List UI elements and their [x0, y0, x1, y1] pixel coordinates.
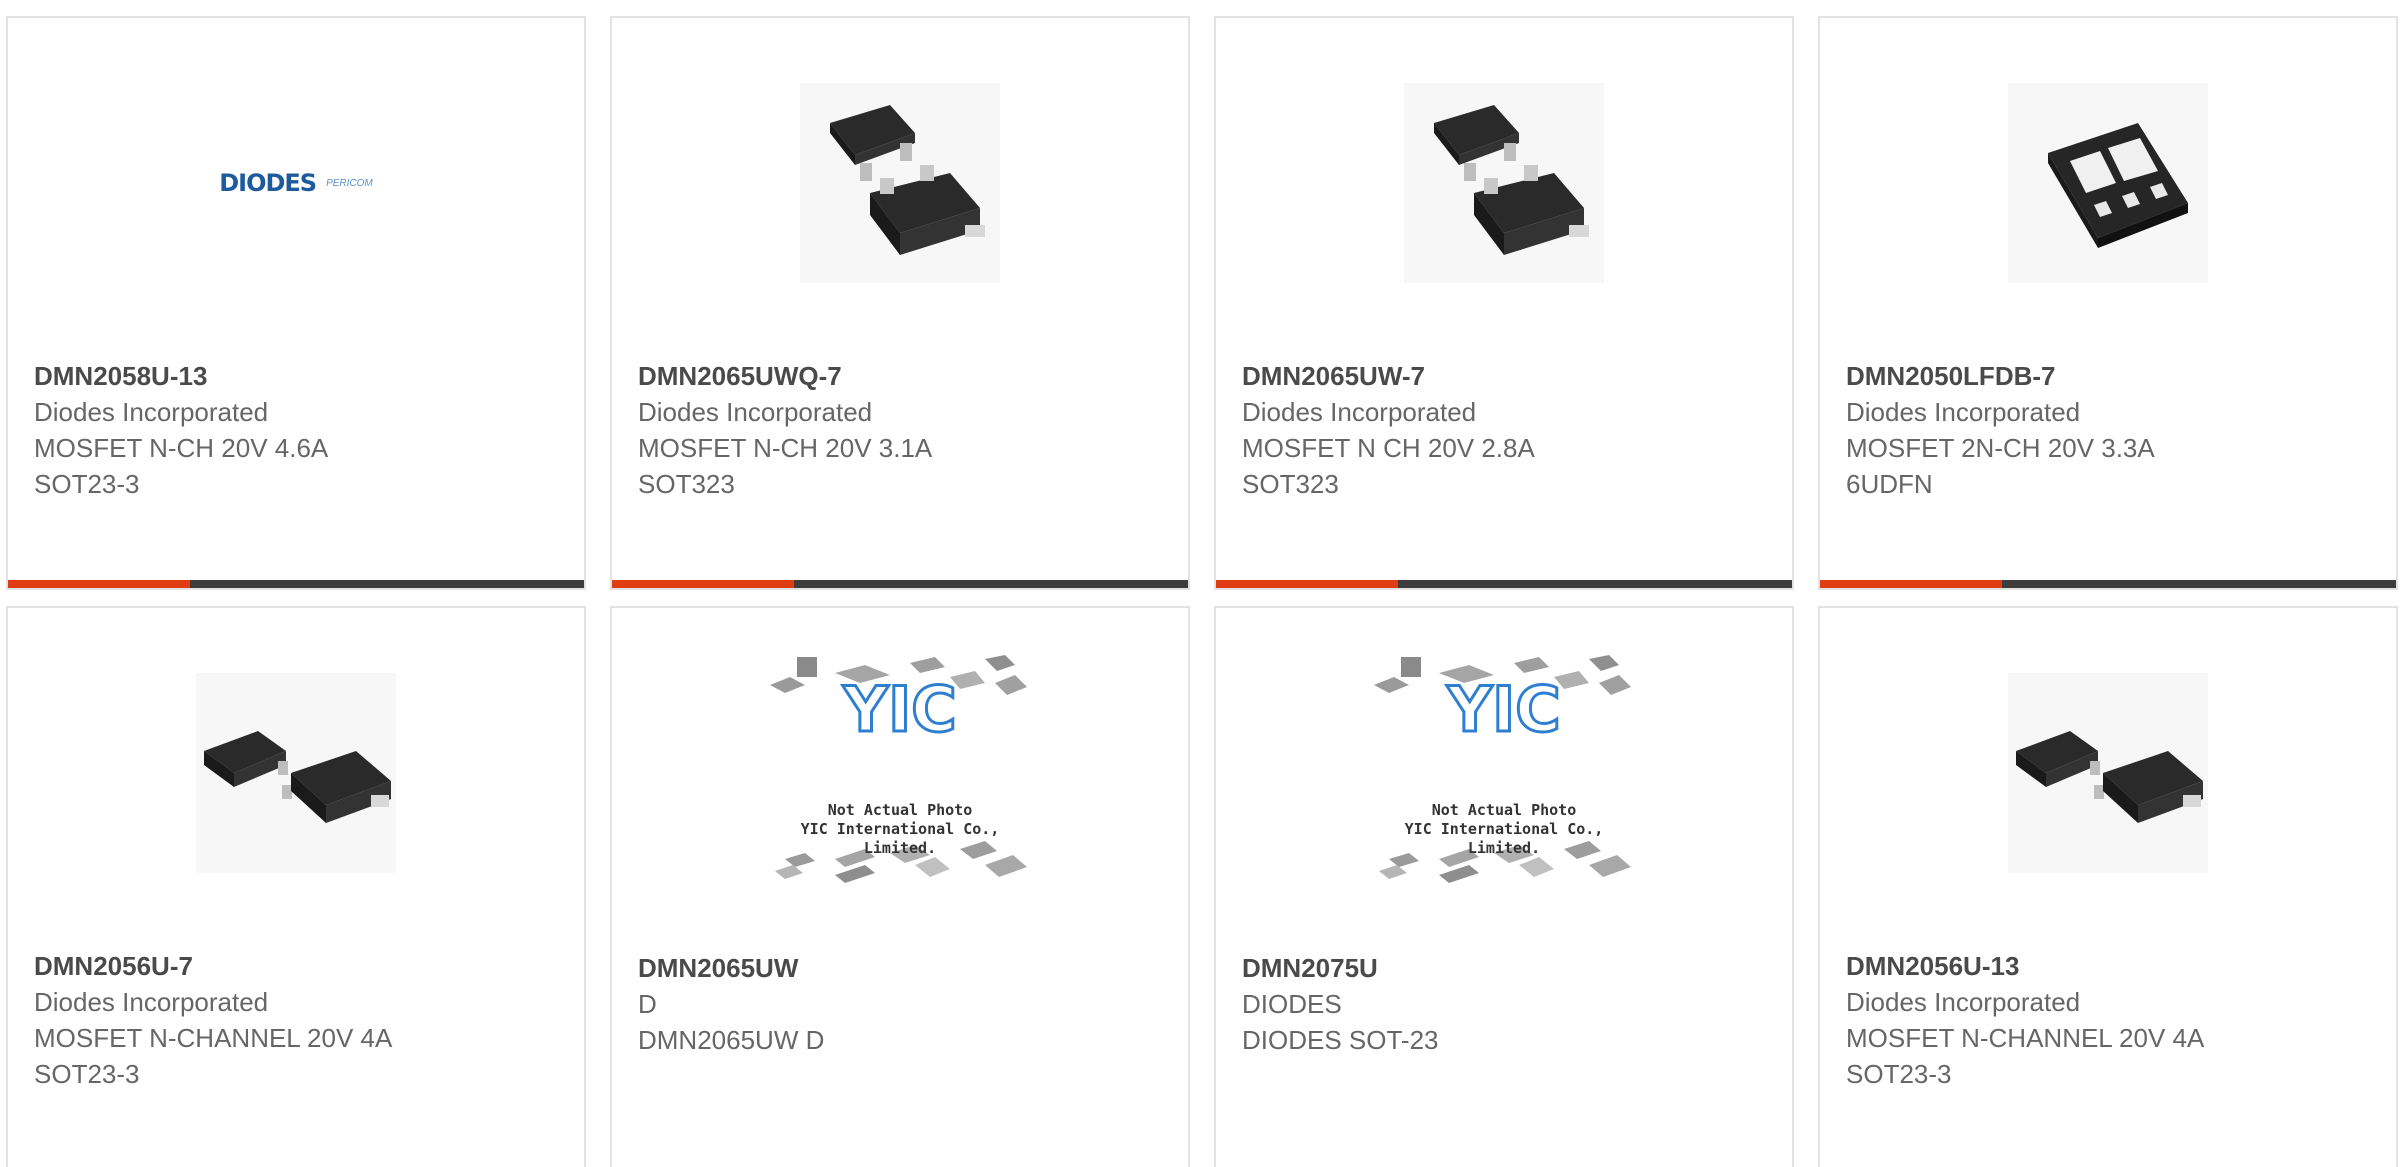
description: DIODES SOT-23 [1242, 1025, 1439, 1055]
sot323-package-icon [1404, 83, 1604, 283]
manufacturer: Diodes Incorporated [34, 397, 269, 427]
sot323-package-icon [800, 83, 1000, 283]
package: SOT323 [638, 469, 735, 499]
diodes-logo: DIODES PERICOM [219, 169, 373, 197]
description: MOSFET N CH 20V 2.8A [1242, 433, 1535, 463]
product-card[interactable]: DMN2065UW-7 Diodes Incorporated MOSFET N… [1214, 16, 1794, 590]
product-grid: DIODES PERICOM DMN2058U-13 Diodes Incorp… [0, 0, 2400, 1167]
part-number-link[interactable]: DMN2058U-13 [34, 358, 564, 394]
manufacturer: Diodes Incorporated [34, 987, 269, 1017]
manufacturer: Diodes Incorporated [1242, 397, 1477, 427]
card-bottom-bar [1216, 580, 1792, 588]
description: MOSFET N-CHANNEL 20V 4A [1846, 1023, 2205, 1053]
product-image[interactable]: YIC Not Actual Photo YIC International C… [612, 608, 1188, 938]
product-card[interactable]: YIC Not Actual Photo YIC International C… [1214, 606, 1794, 1167]
product-image[interactable]: DIODES PERICOM [8, 18, 584, 348]
sot23-package-icon [2008, 673, 2208, 873]
manufacturer: DIODES [1242, 989, 1342, 1019]
product-image[interactable]: YIC Not Actual Photo YIC International C… [1216, 608, 1792, 938]
package: SOT23-3 [34, 469, 140, 499]
placeholder-caption: Not Actual Photo YIC International Co., … [800, 801, 1000, 857]
manufacturer: D [638, 989, 657, 1019]
placeholder-caption: Not Actual Photo YIC International Co., … [1404, 801, 1604, 857]
package: SOT23-3 [34, 1059, 140, 1089]
part-number-link[interactable]: DMN2075U [1242, 950, 1772, 986]
svg-text:YIC: YIC [1446, 673, 1560, 746]
manufacturer: Diodes Incorporated [1846, 987, 2081, 1017]
card-accent-bar [1216, 580, 1398, 588]
sot23-package-icon [196, 673, 396, 873]
product-card[interactable]: DMN2056U-13 Diodes Incorporated MOSFET N… [1818, 606, 2398, 1167]
card-bottom-bar [1820, 580, 2396, 588]
part-number-link[interactable]: DMN2056U-7 [34, 948, 564, 984]
product-image[interactable] [1216, 18, 1792, 348]
product-card[interactable]: DMN2056U-7 Diodes Incorporated MOSFET N-… [6, 606, 586, 1167]
package: SOT323 [1242, 469, 1339, 499]
yic-placeholder-image: YIC Not Actual Photo YIC International C… [765, 653, 1035, 893]
description: MOSFET 2N-CH 20V 3.3A [1846, 433, 2155, 463]
product-card[interactable]: DIODES PERICOM DMN2058U-13 Diodes Incorp… [6, 16, 586, 590]
package: SOT23-3 [1846, 1059, 1952, 1089]
card-accent-bar [1820, 580, 2002, 588]
svg-text:YIC: YIC [842, 673, 956, 746]
card-bottom-bar [8, 580, 584, 588]
manufacturer: Diodes Incorporated [1846, 397, 2081, 427]
part-number-link[interactable]: DMN2065UW-7 [1242, 358, 1772, 394]
description: MOSFET N-CH 20V 4.6A [34, 433, 329, 463]
part-number-link[interactable]: DMN2065UWQ-7 [638, 358, 1168, 394]
manufacturer: Diodes Incorporated [638, 397, 873, 427]
card-bottom-bar [612, 580, 1188, 588]
product-card[interactable]: YIC Not Actual Photo YIC International C… [610, 606, 1190, 1167]
product-card[interactable]: DMN2050LFDB-7 Diodes Incorporated MOSFET… [1818, 16, 2398, 590]
description: MOSFET N-CHANNEL 20V 4A [34, 1023, 393, 1053]
card-accent-bar [612, 580, 794, 588]
part-number-link[interactable]: DMN2056U-13 [1846, 948, 2376, 984]
product-image[interactable] [1820, 608, 2396, 938]
product-image[interactable] [1820, 18, 2396, 348]
udfn-package-icon [2008, 83, 2208, 283]
yic-placeholder-image: YIC Not Actual Photo YIC International C… [1369, 653, 1639, 893]
card-accent-bar [8, 580, 190, 588]
product-image[interactable] [8, 608, 584, 938]
part-number-link[interactable]: DMN2050LFDB-7 [1846, 358, 2376, 394]
package: 6UDFN [1846, 469, 1933, 499]
description: DMN2065UW D [638, 1025, 825, 1055]
product-card[interactable]: DMN2065UWQ-7 Diodes Incorporated MOSFET … [610, 16, 1190, 590]
product-image[interactable] [612, 18, 1188, 348]
part-number-link[interactable]: DMN2065UW [638, 950, 1168, 986]
description: MOSFET N-CH 20V 3.1A [638, 433, 933, 463]
